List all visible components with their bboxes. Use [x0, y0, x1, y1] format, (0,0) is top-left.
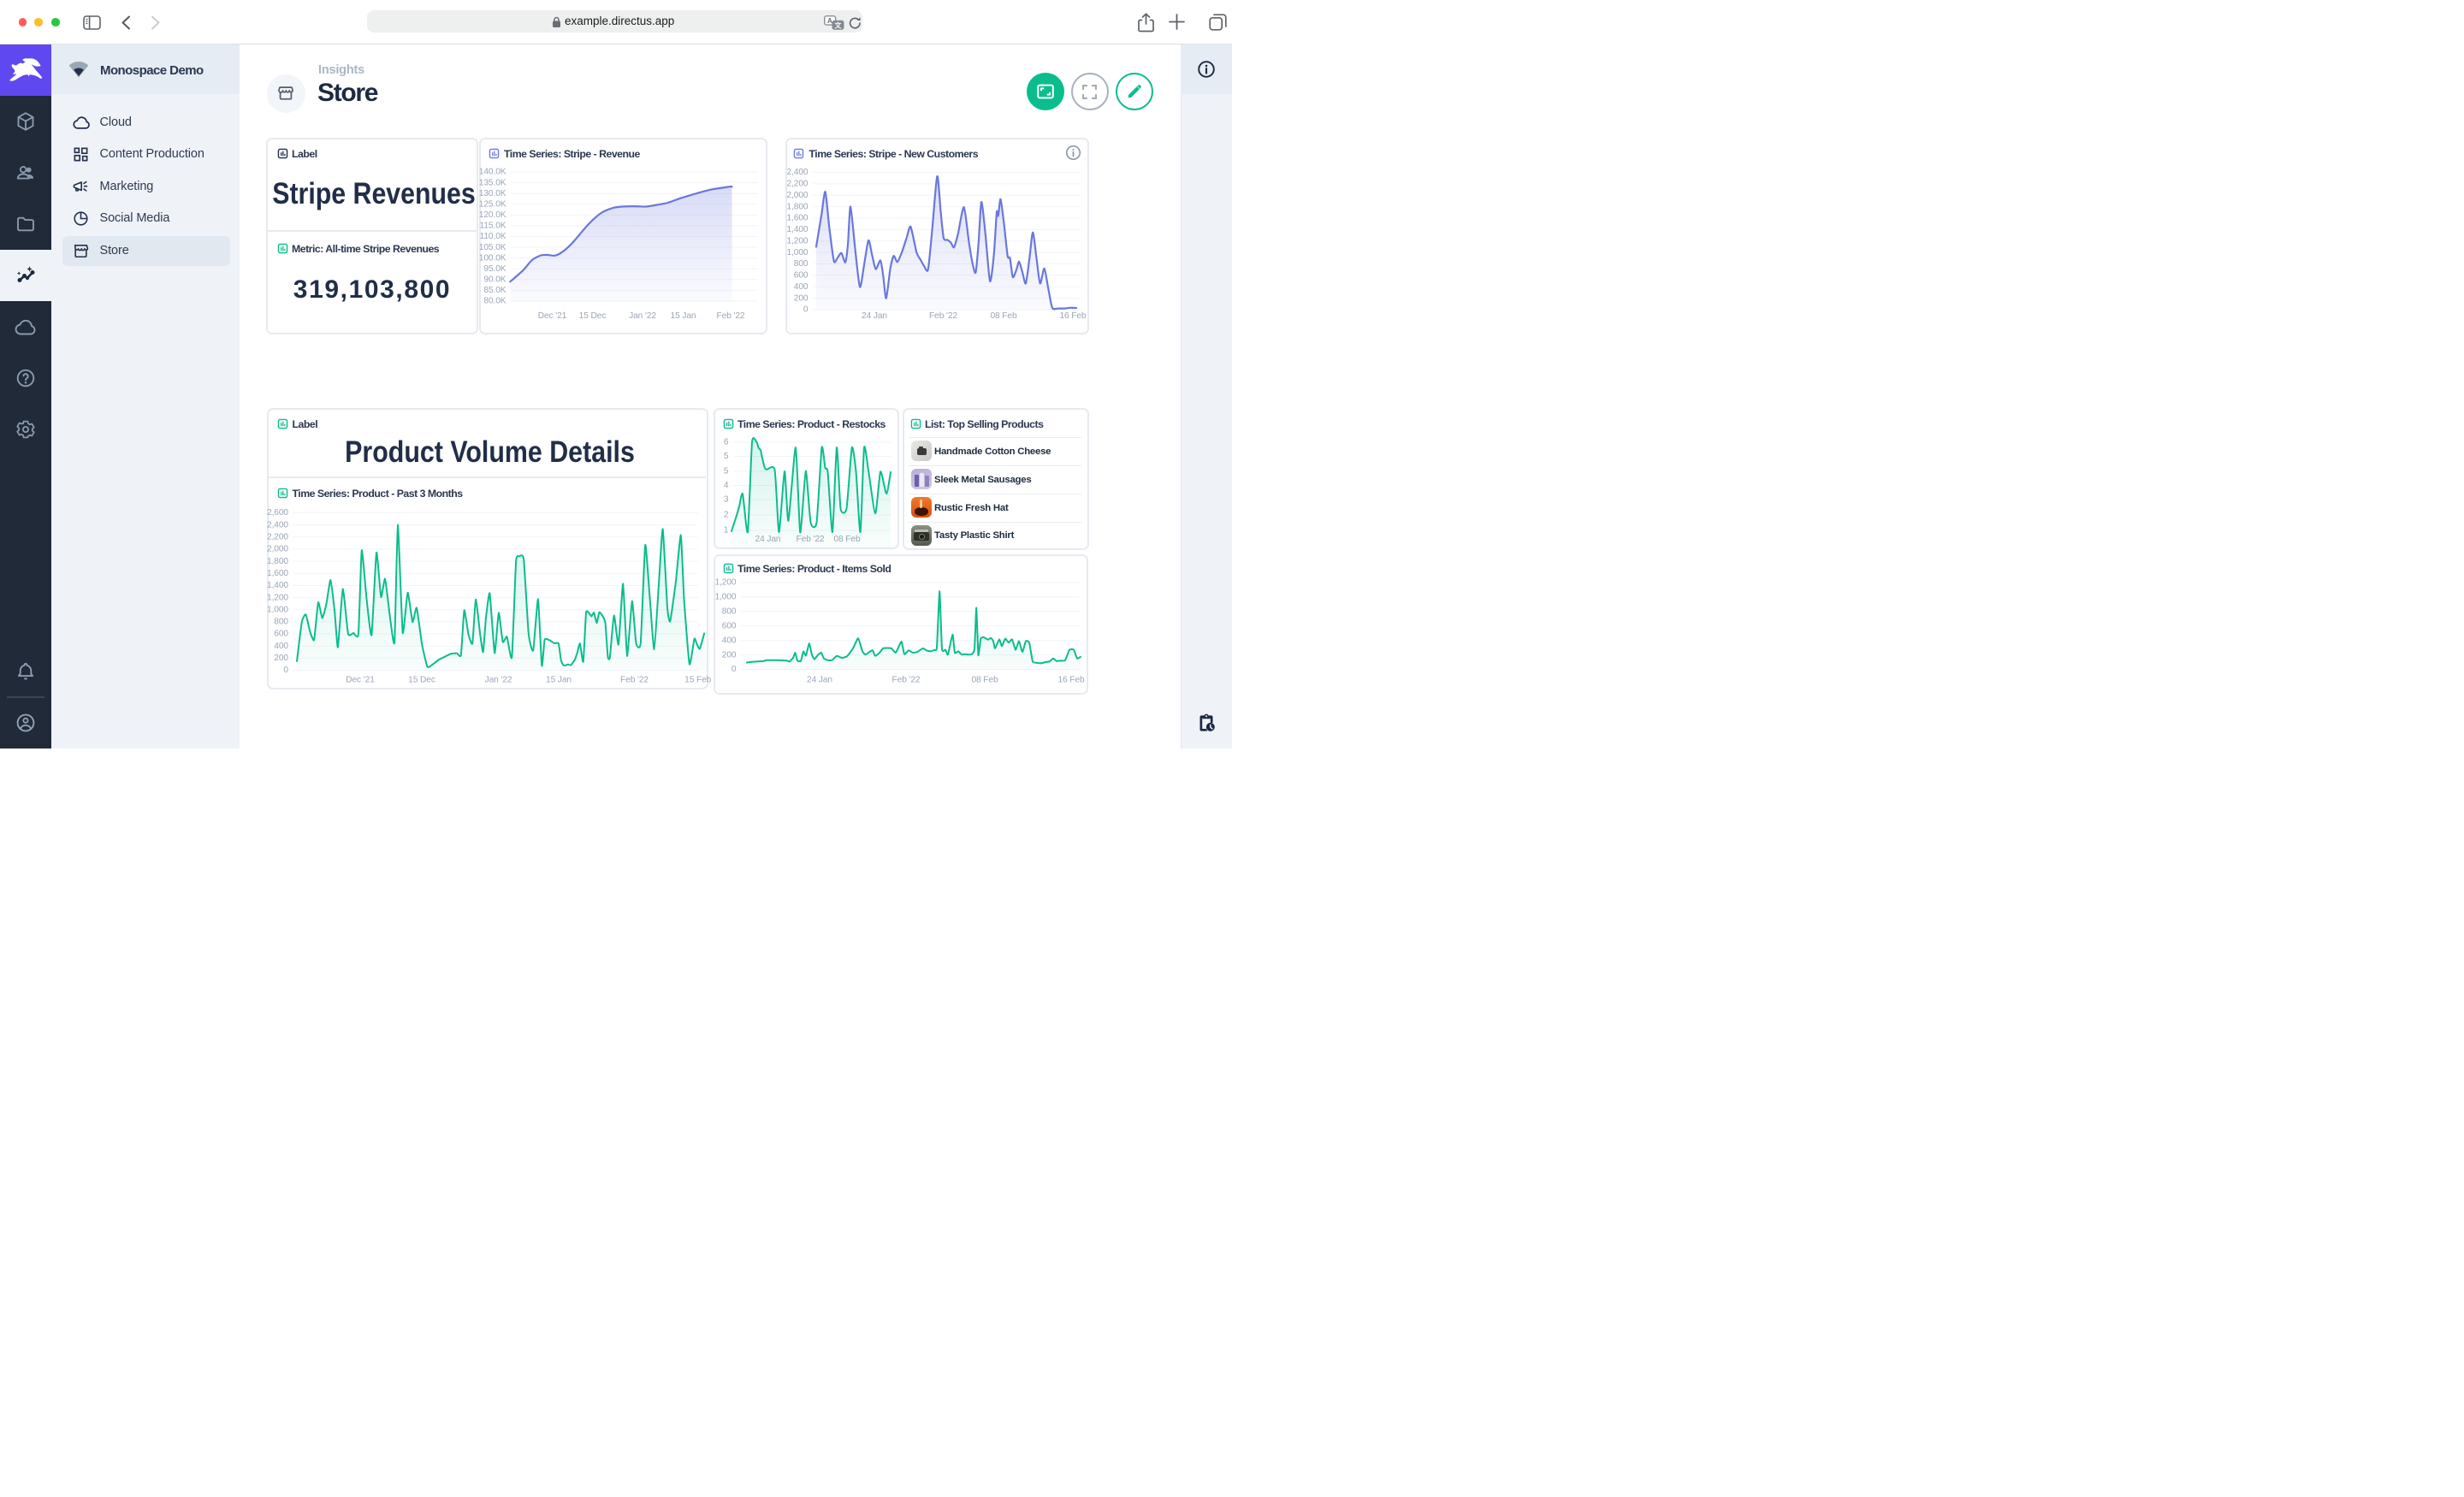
- svg-text:2,400: 2,400: [787, 168, 808, 177]
- svg-text:1,600: 1,600: [787, 214, 808, 223]
- svg-text:400: 400: [722, 636, 737, 645]
- svg-text:15 Dec: 15 Dec: [408, 676, 435, 685]
- svg-text:80.0K: 80.0K: [483, 297, 506, 306]
- svg-text:2,400: 2,400: [267, 520, 288, 530]
- svg-text:15 Dec: 15 Dec: [579, 311, 607, 321]
- svg-text:Dec '21: Dec '21: [346, 676, 375, 685]
- svg-text:2,600: 2,600: [267, 508, 288, 518]
- svg-text:0: 0: [732, 665, 737, 674]
- svg-text:2: 2: [724, 511, 729, 520]
- svg-text:800: 800: [794, 259, 808, 269]
- svg-text:0: 0: [283, 666, 288, 675]
- svg-text:200: 200: [794, 293, 808, 303]
- svg-text:08 Feb: 08 Feb: [971, 676, 998, 685]
- svg-text:600: 600: [274, 630, 288, 639]
- svg-text:90.0K: 90.0K: [483, 275, 506, 285]
- svg-text:Feb '22: Feb '22: [892, 676, 921, 685]
- svg-text:120.0K: 120.0K: [479, 210, 506, 220]
- svg-text:200: 200: [274, 654, 288, 663]
- svg-text:6: 6: [724, 438, 729, 447]
- svg-text:600: 600: [794, 271, 808, 281]
- svg-text:Dec '21: Dec '21: [538, 311, 567, 321]
- svg-text:24 Jan: 24 Jan: [807, 676, 832, 685]
- svg-text:3: 3: [724, 495, 729, 505]
- svg-text:400: 400: [794, 282, 808, 292]
- svg-text:135.0K: 135.0K: [479, 178, 506, 187]
- svg-text:24 Jan: 24 Jan: [862, 311, 887, 321]
- svg-text:1,000: 1,000: [787, 248, 808, 257]
- svg-text:4: 4: [724, 481, 729, 490]
- svg-text:08 Feb: 08 Feb: [990, 311, 1017, 321]
- svg-text:16 Feb: 16 Feb: [1059, 311, 1087, 321]
- svg-text:800: 800: [274, 618, 288, 627]
- svg-text:5: 5: [724, 452, 729, 461]
- svg-text:Feb '22: Feb '22: [929, 311, 957, 321]
- svg-text:1,200: 1,200: [787, 236, 808, 246]
- svg-text:1,400: 1,400: [267, 581, 288, 590]
- svg-text:1,600: 1,600: [267, 569, 288, 578]
- svg-text:Feb '22: Feb '22: [717, 311, 745, 321]
- svg-text:1,800: 1,800: [787, 202, 808, 211]
- svg-text:5: 5: [724, 467, 729, 476]
- svg-text:115.0K: 115.0K: [480, 222, 506, 231]
- svg-text:200: 200: [722, 650, 737, 660]
- svg-text:400: 400: [274, 642, 288, 651]
- svg-text:600: 600: [722, 621, 737, 630]
- svg-text:Jan '22: Jan '22: [629, 311, 656, 321]
- svg-text:1,200: 1,200: [267, 593, 288, 602]
- svg-text:95.0K: 95.0K: [483, 264, 506, 274]
- svg-text:1: 1: [724, 526, 729, 535]
- svg-text:0: 0: [803, 305, 808, 315]
- svg-text:130.0K: 130.0K: [479, 189, 506, 198]
- svg-text:2,200: 2,200: [267, 532, 288, 541]
- svg-text:125.0K: 125.0K: [479, 199, 506, 209]
- svg-text:15 Jan: 15 Jan: [671, 311, 696, 321]
- svg-text:2,200: 2,200: [787, 180, 808, 189]
- svg-text:100.0K: 100.0K: [479, 253, 506, 263]
- svg-text:1,400: 1,400: [787, 225, 808, 234]
- svg-text:15 Feb: 15 Feb: [684, 676, 712, 685]
- svg-text:105.0K: 105.0K: [479, 243, 506, 252]
- svg-text:Jan '22: Jan '22: [485, 676, 512, 685]
- svg-text:15 Jan: 15 Jan: [546, 676, 572, 685]
- svg-text:2,000: 2,000: [787, 191, 808, 200]
- svg-text:1,000: 1,000: [267, 605, 288, 614]
- svg-text:1,000: 1,000: [715, 593, 737, 602]
- svg-text:16 Feb: 16 Feb: [1057, 676, 1085, 685]
- svg-text:1,800: 1,800: [267, 557, 288, 566]
- svg-text:Feb '22: Feb '22: [620, 676, 649, 685]
- svg-text:110.0K: 110.0K: [480, 232, 506, 241]
- svg-text:800: 800: [722, 607, 737, 617]
- svg-text:140.0K: 140.0K: [479, 168, 506, 177]
- svg-text:85.0K: 85.0K: [483, 286, 506, 295]
- svg-text:1,200: 1,200: [715, 578, 737, 588]
- svg-text:2,000: 2,000: [267, 545, 288, 554]
